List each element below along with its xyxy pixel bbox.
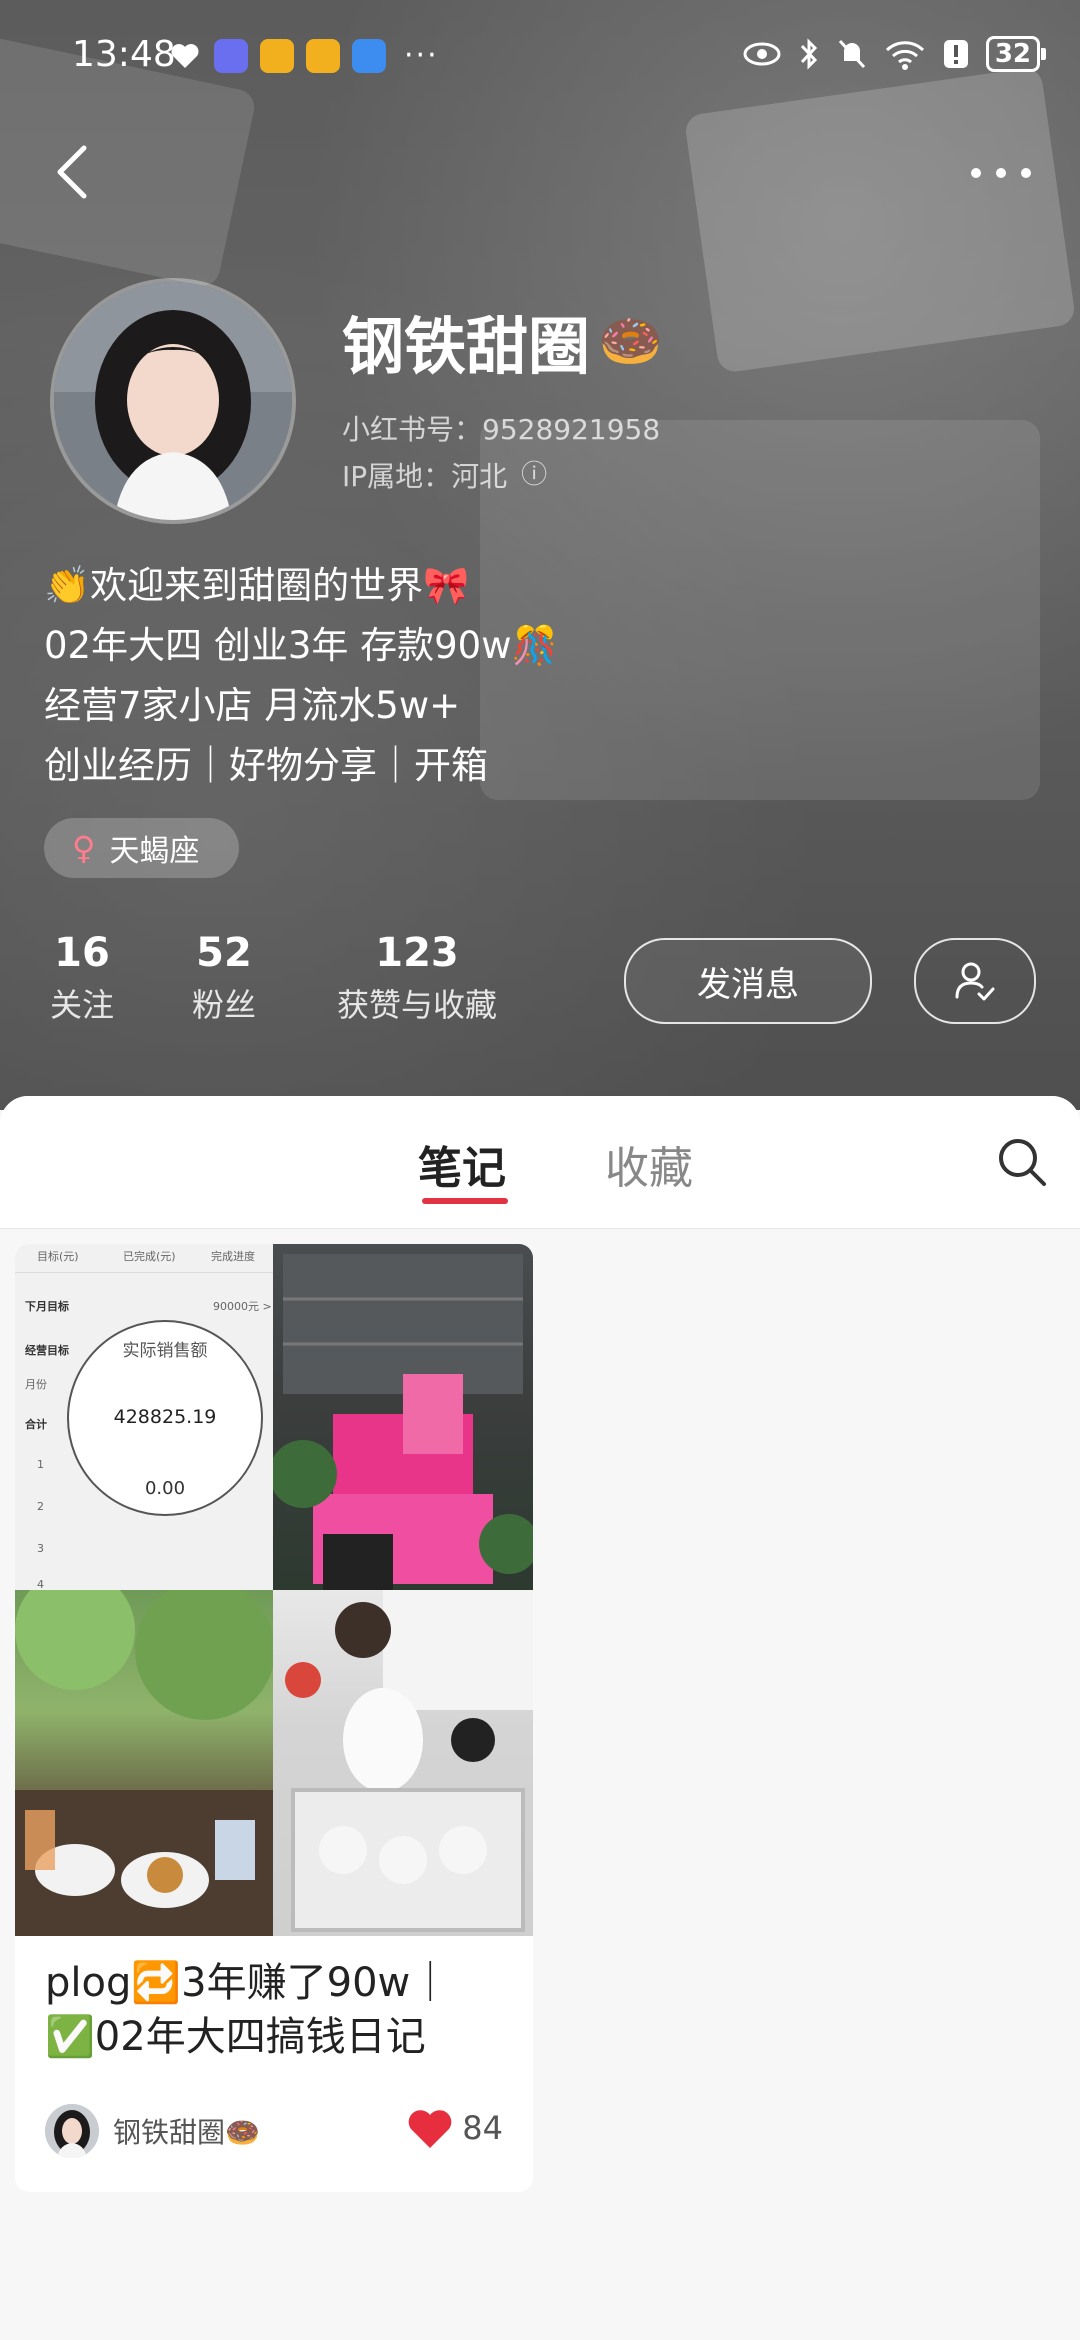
shop-photo-illustration: [273, 1254, 533, 1590]
bio-line: 02年大四 创业3年 存款90w🎊: [44, 624, 558, 667]
heart-app-icon: [171, 43, 199, 68]
plush-photo-illustration: [285, 1590, 533, 1932]
sales-magnifier: 实际销售额 428825.19 0.00: [67, 1320, 263, 1516]
weibo-icon: [306, 38, 340, 73]
sheet-row-label: 3: [37, 1542, 44, 1555]
battery-level: 32: [985, 36, 1047, 72]
follow-button[interactable]: [914, 938, 1036, 1024]
sheet-header-target: 目标(元): [37, 1250, 79, 1263]
send-message-button[interactable]: 发消息: [624, 938, 872, 1024]
note-card[interactable]: 目标(元) 已完成(元) 完成进度 下月目标 90000元 > 经营目标 月份 …: [15, 1244, 533, 2192]
magnifier-title: 实际销售额: [122, 1341, 208, 1361]
ip-location: IP属地：河北 ⓘ: [342, 455, 547, 495]
avatar[interactable]: [50, 278, 296, 524]
more-notifications-icon: ···: [404, 38, 439, 73]
sheet-row-label: 经营目标: [25, 1344, 69, 1357]
profile-header: 13:48 ··· 32 钢铁甜圈 🍩 小红书号：9528921958 IP属地…: [0, 0, 1080, 1110]
sheet-divider: [15, 1272, 273, 1273]
likes-collections-label: 获赞与收藏: [336, 986, 497, 1024]
magnifier-zero: 0.00: [144, 1478, 186, 1499]
female-icon: ♀: [72, 829, 96, 867]
profile-nickname: 钢铁甜圈 🍩: [342, 296, 663, 386]
zodiac-label: 天蝎座: [109, 834, 200, 869]
more-options-icon[interactable]: [966, 158, 1036, 188]
back-icon[interactable]: [50, 142, 94, 202]
cafe-photo-illustration: [15, 1590, 273, 1936]
ip-location-text: IP属地：河北: [342, 460, 508, 493]
profile-stats: 16 关注 52 粉丝 123 获赞与收藏: [44, 930, 502, 1026]
stat-followers[interactable]: 52 粉丝: [186, 930, 262, 1026]
eye-icon: [743, 42, 781, 66]
user-id[interactable]: 小红书号：9528921958: [342, 408, 660, 448]
note-cover[interactable]: 目标(元) 已完成(元) 完成进度 下月目标 90000元 > 经营目标 月份 …: [15, 1244, 533, 1936]
status-bar: 13:48 ··· 32: [0, 0, 1080, 120]
sheet-row-label: 月份: [25, 1378, 47, 1391]
background-decoration: [480, 420, 1040, 800]
alert-icon: [943, 40, 968, 68]
taobao-icon: [214, 38, 248, 73]
tab-notes[interactable]: 笔记: [418, 1132, 506, 1196]
stat-likes-collections[interactable]: 123 获赞与收藏: [332, 930, 502, 1026]
system-icons: 32: [742, 36, 1047, 72]
cover-plush-photo: [273, 1590, 533, 1936]
avatar-image: [54, 282, 292, 520]
note-title-line: plog🔁3年赚了90w｜: [45, 1960, 451, 2006]
author-name: 钢铁甜圈🍩: [113, 2116, 260, 2149]
user-check-icon: [955, 962, 995, 1001]
sheet-header-done: 已完成(元): [123, 1250, 176, 1263]
cover-cafe-photo: [15, 1590, 273, 1936]
info-icon[interactable]: ⓘ: [521, 462, 547, 488]
heart-icon: [408, 2110, 452, 2148]
sheet-row-label: 下月目标: [25, 1300, 69, 1313]
active-tab-indicator: [422, 1198, 508, 1204]
author-avatar: [45, 2104, 99, 2158]
sheet-row-label: 4: [37, 1578, 44, 1590]
sheet-row-label: 2: [37, 1500, 44, 1513]
cloud-icon: [352, 38, 386, 73]
magnifier-value: 428825.19: [113, 1406, 217, 1428]
like-count: 84: [462, 2109, 503, 2147]
search-icon[interactable]: [994, 1134, 1050, 1190]
sheet-row-label: 合计: [25, 1418, 47, 1431]
author-avatar-image: [45, 2104, 99, 2158]
bluetooth-icon: [800, 38, 817, 70]
followers-label: 粉丝: [191, 986, 256, 1024]
followers-count: 52: [196, 930, 252, 976]
note-title-line: ✅02年大四搞钱日记: [45, 2014, 426, 2060]
donut-emoji: 🍩: [598, 311, 663, 372]
likes-collections-count: 123: [375, 930, 459, 976]
cover-shop-photo: [273, 1244, 533, 1590]
mute-icon: [838, 39, 865, 69]
notification-icons: ···: [168, 38, 439, 73]
stat-following[interactable]: 16 关注: [44, 930, 120, 1026]
tab-collections[interactable]: 收藏: [605, 1132, 693, 1196]
sheet-target-value: 90000元 >: [213, 1300, 272, 1313]
bio-line: 👏欢迎来到甜圈的世界🎀: [44, 564, 470, 607]
sheet-header-progress: 完成进度: [211, 1250, 255, 1263]
sheet-row-label: 1: [37, 1458, 44, 1471]
weibo-icon: [260, 38, 294, 73]
bio-line: 创业经历｜好物分享｜开箱: [44, 744, 488, 787]
content-tabs: 笔记 收藏: [0, 1096, 1080, 1229]
status-time: 13:48: [72, 34, 176, 75]
profile-bio: 👏欢迎来到甜圈的世界🎀 02年大四 创业3年 存款90w🎊 经营7家小店 月流水…: [44, 556, 558, 796]
bio-line: 经营7家小店 月流水5w+: [44, 684, 461, 727]
note-title[interactable]: plog🔁3年赚了90w｜ ✅02年大四搞钱日记: [45, 1956, 515, 2064]
zodiac-tag: ♀ 天蝎座: [44, 818, 240, 878]
wifi-icon: [885, 41, 924, 70]
nickname-text: 钢铁甜圈: [342, 310, 591, 383]
following-label: 关注: [49, 986, 114, 1024]
following-count: 16: [54, 930, 110, 976]
cover-sales-screenshot: 目标(元) 已完成(元) 完成进度 下月目标 90000元 > 经营目标 月份 …: [15, 1244, 273, 1590]
note-author[interactable]: 钢铁甜圈🍩: [45, 2104, 260, 2158]
like-button[interactable]: 84: [406, 2106, 503, 2150]
